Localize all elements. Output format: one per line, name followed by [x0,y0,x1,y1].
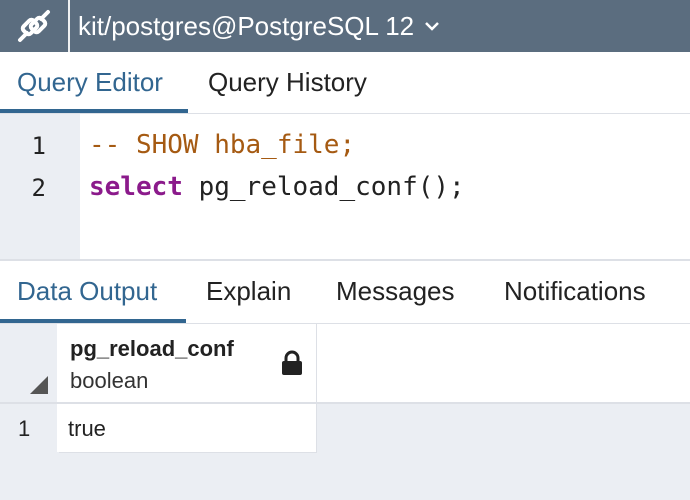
tab-data-output[interactable]: Data Output [17,261,157,323]
cell-value: true [68,416,106,441]
select-all-corner[interactable] [0,324,59,402]
header-filler [317,324,690,402]
line-number: 1 [31,132,46,160]
connection-selector[interactable]: kit/postgres@PostgreSQL 12 [78,11,440,42]
table-row: 1 true [0,404,317,453]
sql-keyword: select [89,172,183,202]
tab-messages[interactable]: Messages [336,261,455,323]
tab-query-editor[interactable]: Query Editor [17,52,163,113]
result-grid: pg_reload_conf boolean 1 true [0,324,690,500]
tab-query-history[interactable]: Query History [208,52,367,113]
connection-bar: kit/postgres@PostgreSQL 12 [0,0,690,52]
topbar-divider [68,0,70,52]
sql-editor[interactable]: 1 2 -- SHOW hba_file; select pg_reload_c… [0,114,690,261]
output-tabs: Data Output Explain Messages Notificatio… [0,261,690,324]
code-line-select: select pg_reload_conf(); [89,172,465,202]
data-cell[interactable]: true [59,404,317,453]
code-line-comment: -- SHOW hba_file; [89,130,356,160]
column-header[interactable]: pg_reload_conf boolean [59,324,317,402]
corner-triangle-icon [30,376,48,394]
tab-active-underline [0,319,186,323]
tab-explain[interactable]: Explain [206,261,291,323]
connection-plug-icon[interactable] [0,0,68,52]
connection-title: kit/postgres@PostgreSQL 12 [78,10,415,41]
row-number-cell[interactable]: 1 [0,404,59,452]
sql-expression: pg_reload_conf(); [182,172,465,202]
tab-notifications[interactable]: Notifications [504,261,646,323]
lock-icon [281,350,303,381]
row-number: 1 [18,416,31,441]
tab-active-underline [0,109,188,113]
line-number: 2 [31,174,46,202]
editor-tabs: Query Editor Query History [0,52,690,114]
chevron-down-icon [424,20,440,32]
line-number-gutter: 1 2 [0,114,80,259]
column-type: boolean [70,368,149,393]
column-name: pg_reload_conf [70,336,234,361]
